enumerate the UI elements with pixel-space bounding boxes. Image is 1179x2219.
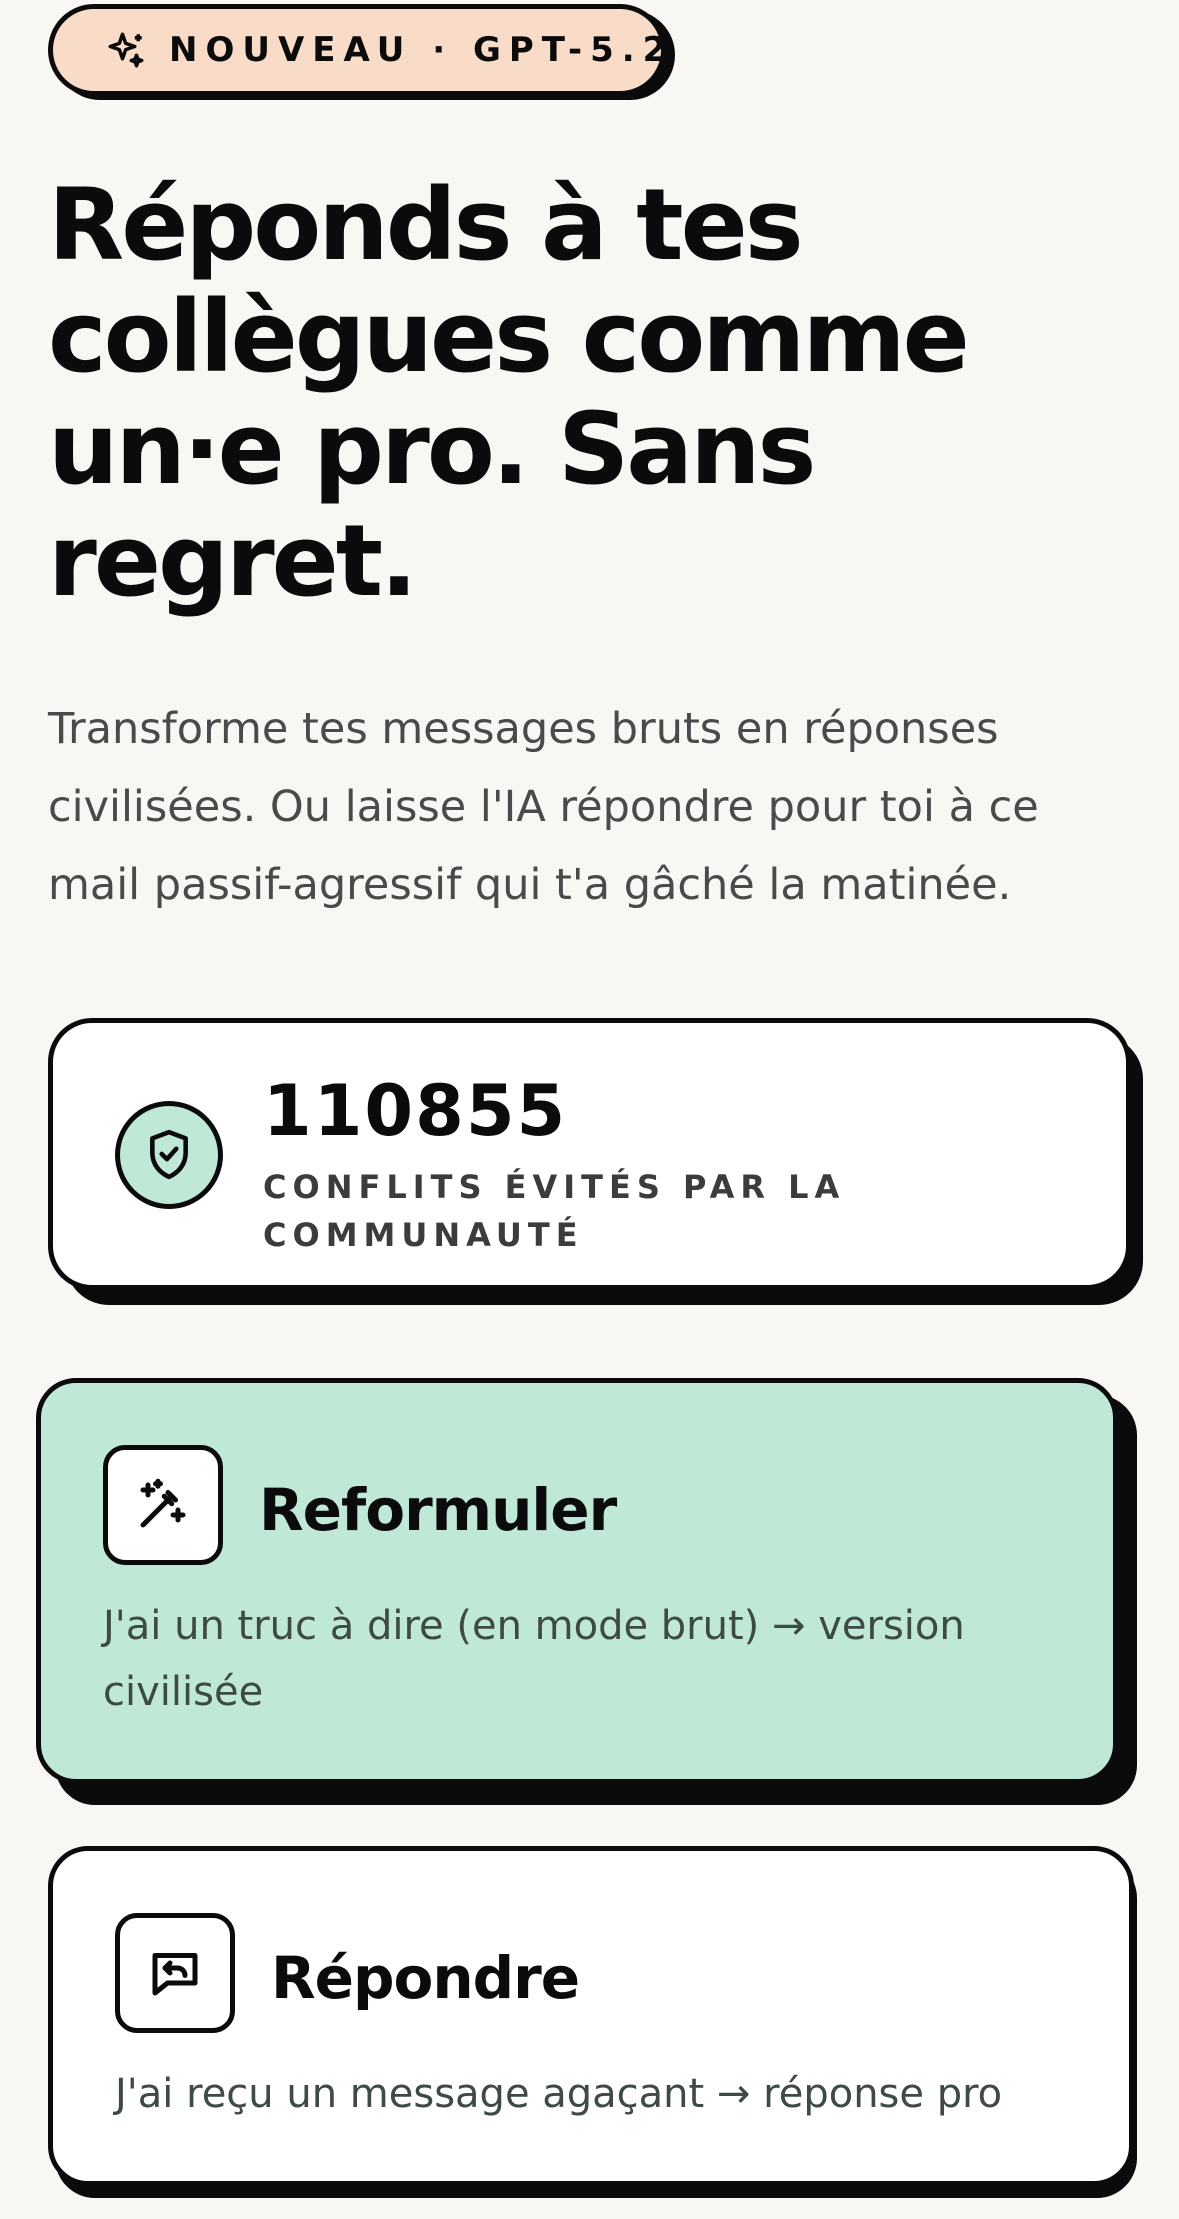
conflicts-count: 110855 [263, 1070, 568, 1152]
shield-check-icon [115, 1101, 223, 1209]
reply-description: J'ai reçu un message agaçant → réponse p… [115, 2071, 1003, 2117]
reformulate-description: J'ai un truc à dire (en mode brut) → ver… [103, 1603, 965, 1715]
reformulate-card[interactable]: Reformuler J'ai un truc à dire (en mode … [36, 1378, 1118, 1784]
reply-card[interactable]: Répondre J'ai reçu un message agaçant → … [48, 1846, 1134, 2186]
badge-label: NOUVEAU · GPT-5.2 [169, 30, 675, 70]
stats-card: 110855 CONFLITS ÉVITÉS PAR LA COMMUNAUTÉ [48, 1018, 1131, 1290]
magic-wand-icon [103, 1445, 223, 1565]
reply-message-icon [115, 1913, 235, 2033]
page-title: Réponds à tes collègues comme un·e pro. … [48, 168, 970, 619]
reply-title: Répondre [271, 1944, 580, 2012]
sparkle-icon [105, 29, 147, 71]
reformulate-title: Reformuler [259, 1476, 617, 1544]
page-subtitle: Transforme tes messages bruts en réponse… [48, 704, 1039, 910]
new-model-badge: NOUVEAU · GPT-5.2 [48, 4, 666, 96]
conflicts-label: CONFLITS ÉVITÉS PAR LA COMMUNAUTÉ [263, 1168, 846, 1254]
